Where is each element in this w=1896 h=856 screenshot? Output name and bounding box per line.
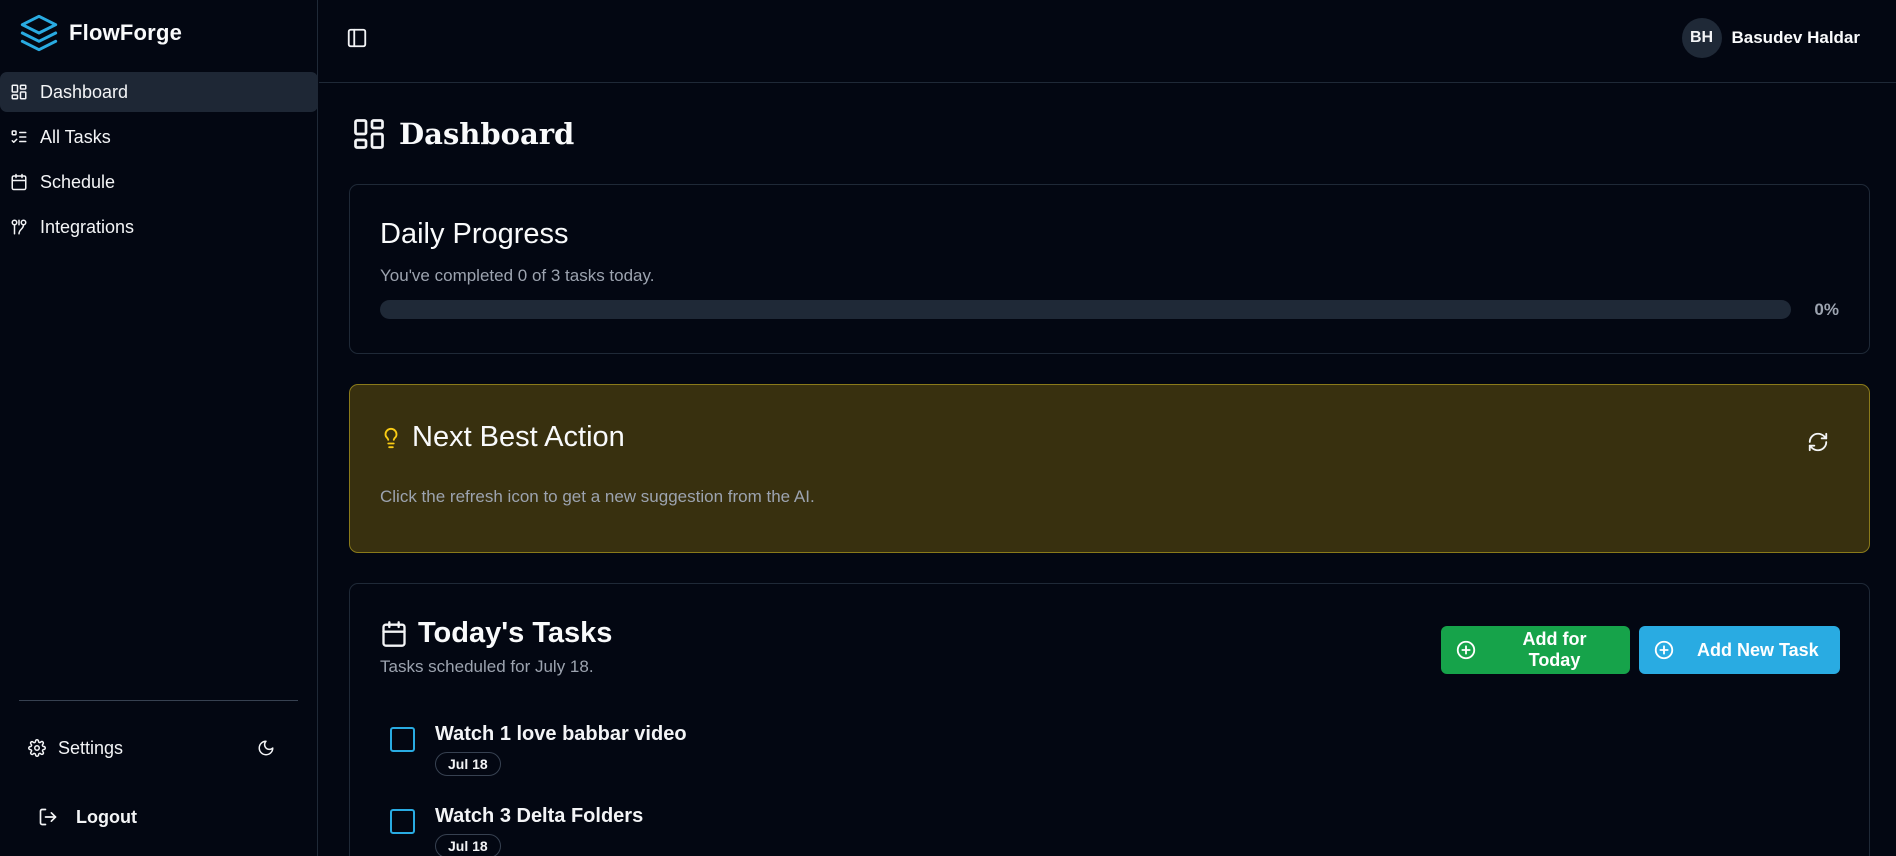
panel-left-icon [346,27,368,49]
gear-icon [28,739,46,757]
sidebar-toggle-button[interactable] [346,27,368,49]
task-checkbox[interactable] [390,727,415,752]
calendar-icon [10,173,28,191]
todays-tasks-card: Today's Tasks Tasks scheduled for July 1… [349,583,1870,856]
refresh-button[interactable] [1807,431,1831,455]
add-new-task-label: Add New Task [1697,639,1819,660]
task-title[interactable]: Watch 1 love babbar video [435,720,687,748]
daily-progress-subtitle: You've completed 0 of 3 tasks today. [380,266,655,285]
sidebar-nav: Dashboard All Tasks Schedule Integration… [0,72,318,252]
next-best-action-title: Next Best Action [412,421,625,453]
plus-circle-icon [1653,639,1675,661]
logout-button[interactable]: Logout [38,802,137,832]
moon-icon [257,739,275,757]
sidebar-item-label: Schedule [40,171,116,192]
avatar: BH [1681,18,1722,58]
task-item: Watch 3 Delta Folders Jul 18 [390,802,643,856]
task-item: Watch 1 love babbar video Jul 18 [390,720,687,776]
sidebar: FlowForge Dashboard All Tasks Schedule I… [0,0,318,856]
sidebar-item-label: Integrations [40,216,135,237]
add-new-task-button[interactable]: Add New Task [1639,626,1840,674]
theme-toggle-button[interactable] [254,736,278,760]
integrations-icon [10,218,28,236]
todays-tasks-header: Today's Tasks [380,617,612,650]
sidebar-item-label: All Tasks [40,126,111,147]
task-checkbox[interactable] [390,809,415,834]
next-best-action-header: Next Best Action [380,421,625,454]
list-icon [10,128,28,146]
sidebar-item-dashboard[interactable]: Dashboard [0,72,318,112]
app-name: FlowForge [69,20,183,45]
sidebar-item-integrations[interactable]: Integrations [0,207,318,247]
sidebar-item-all-tasks[interactable]: All Tasks [0,117,318,157]
layers-logo-icon [19,13,59,53]
todays-tasks-title: Today's Tasks [418,617,613,649]
page-title: Dashboard [351,114,574,154]
todays-tasks-subtitle: Tasks scheduled for July 18. [380,657,594,676]
top-header: BH Basudev Haldar [319,0,1896,83]
add-for-today-label: Add for Today [1522,629,1587,670]
calendar-icon [380,620,408,648]
user-name: Basudev Haldar [1731,28,1861,47]
daily-progress-card: Daily Progress You've completed 0 of 3 t… [349,184,1870,354]
sidebar-item-label: Dashboard [40,81,129,102]
task-title[interactable]: Watch 3 Delta Folders [435,802,643,830]
progress-bar [380,300,1791,319]
logout-label: Logout [76,806,137,827]
lightbulb-icon [380,426,402,450]
task-content: Watch 1 love babbar video Jul 18 [435,720,687,776]
task-date-badge: Jul 18 [435,752,501,776]
daily-progress-title: Daily Progress [380,218,569,250]
sidebar-footer: Settings [28,733,278,763]
dashboard-icon [10,83,28,101]
progress-percent: 0% [1814,300,1839,319]
page-title-text: Dashboard [399,117,575,151]
next-best-action-text: Click the refresh icon to get a new sugg… [380,487,815,506]
settings-link[interactable]: Settings [28,738,123,759]
next-best-action-card: Next Best Action Click the refresh icon … [349,384,1870,553]
add-for-today-button[interactable]: Add for Today [1441,626,1630,674]
settings-label: Settings [58,737,124,758]
sidebar-item-schedule[interactable]: Schedule [0,162,318,202]
logout-icon [38,807,58,827]
task-content: Watch 3 Delta Folders Jul 18 [435,802,643,856]
sidebar-divider [19,700,298,701]
brand[interactable]: FlowForge [19,13,182,53]
task-date-badge: Jul 18 [435,834,501,856]
dashboard-icon [351,116,387,152]
refresh-icon [1807,431,1831,453]
plus-circle-icon [1455,639,1477,661]
user-menu[interactable]: BH Basudev Haldar [1681,18,1861,58]
